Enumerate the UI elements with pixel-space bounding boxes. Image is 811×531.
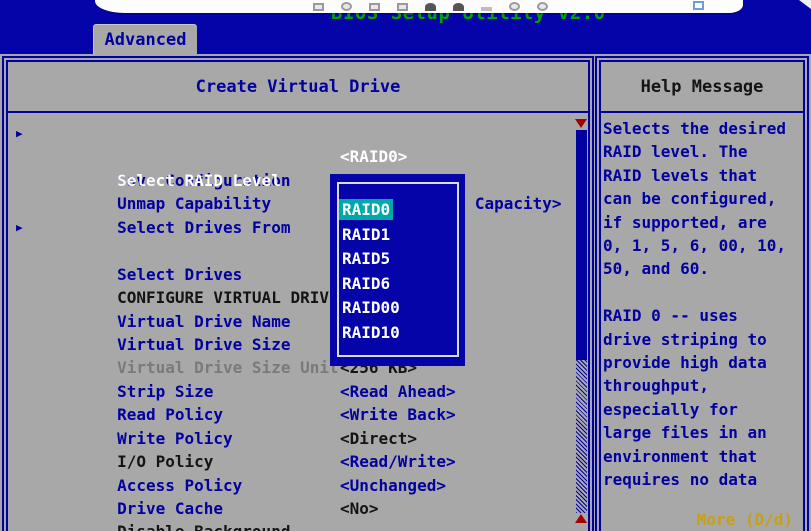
panel-title: Create Virtual Drive	[8, 62, 588, 113]
help-text-line	[603, 281, 801, 304]
menu-item-disable-background[interactable]: Disable Background <No>	[8, 497, 588, 520]
menu-item-write-policy[interactable]: Write Policy <Write Back>	[8, 403, 588, 426]
menu-item-select-drives[interactable]: ▶ Select Drives	[8, 216, 588, 239]
scroll-up-icon[interactable]	[575, 514, 587, 523]
checkbox-icon[interactable]	[693, 1, 704, 10]
circle-icon[interactable]	[341, 2, 352, 11]
menu-item-io-policy[interactable]: I/O Policy <Direct>	[8, 427, 588, 450]
scrollbar-track[interactable]	[576, 360, 587, 513]
menu-item-label: Disable Background	[117, 522, 290, 531]
create-virtual-drive-panel: Create Virtual Drive ▶ Save Configuratio…	[6, 60, 590, 531]
help-text-line: can be configured,	[603, 187, 801, 210]
selected-option-highlight: RAID0	[339, 199, 393, 220]
menu-section-heading: CONFIGURE VIRTUAL DRIVE PARAMETERS:	[8, 263, 588, 286]
dropdown-option-raid6[interactable]: RAID6	[342, 272, 400, 297]
dot-icon[interactable]	[509, 2, 520, 11]
help-text-line: RAID 0 -- uses	[603, 304, 801, 327]
dropdown-option-raid00[interactable]: RAID00	[342, 296, 400, 321]
menu-item-value: <Read/Write>	[340, 450, 456, 473]
menu-item-value: <Direct>	[340, 427, 417, 450]
dropdown-option-raid1[interactable]: RAID1	[342, 223, 400, 248]
help-text-line: provide high data	[603, 351, 801, 374]
menu-item-value: <No>	[340, 497, 379, 520]
menu-item-virtual-drive-name[interactable]: Virtual Drive Name	[8, 286, 588, 309]
menu-item-read-policy[interactable]: Read Policy <Read Ahead>	[8, 380, 588, 403]
raid-level-dropdown: RAID0 RAID1 RAID5 RAID6 RAID00 RAID10	[330, 174, 465, 366]
dropdown-options: RAID0 RAID1 RAID5 RAID6 RAID00 RAID10	[342, 198, 400, 346]
help-text-line: Selects the desired	[603, 117, 801, 140]
menu-row-spacer	[8, 239, 588, 262]
menu-item-virtual-drive-size-unit: Virtual Drive Size Unit	[8, 333, 588, 356]
more-indicator: More (D/d)	[697, 510, 793, 529]
menu-item-strip-size[interactable]: Strip Size <256 KB>	[8, 356, 588, 379]
dropdown-option-raid10[interactable]: RAID10	[342, 321, 400, 346]
menu-item-virtual-drive-size[interactable]: Virtual Drive Size	[8, 310, 588, 333]
oval-icon[interactable]	[537, 2, 548, 11]
help-text-line: drive striping to	[603, 328, 801, 351]
help-text-line: RAID level. The	[603, 140, 801, 163]
menu-item-value: <Write Back>	[340, 403, 456, 426]
help-text-line: if supported, are	[603, 211, 801, 234]
help-text-line: requires no data	[603, 468, 801, 491]
dark-circle-icon[interactable]	[425, 3, 436, 11]
help-text-line: 50, and 60.	[603, 257, 801, 280]
tab-advanced[interactable]: Advanced	[93, 24, 197, 54]
help-text-line: throughput,	[603, 374, 801, 397]
help-text-line: environment that	[603, 445, 801, 468]
dropdown-option-raid5[interactable]: RAID5	[342, 247, 400, 272]
menu-item-select-raid-level[interactable]: Select RAID Level <RAID0>	[8, 145, 588, 168]
remote-console-toolbar[interactable]	[95, 0, 743, 13]
dark-shape-icon[interactable]	[453, 3, 464, 11]
corner-artifact	[799, 0, 811, 9]
submenu-arrow-icon: ▶	[16, 216, 23, 239]
menu-item-drive-cache[interactable]: Drive Cache <Unchanged>	[8, 474, 588, 497]
window-icon[interactable]	[369, 3, 380, 11]
help-text-line: large files in an	[603, 421, 801, 444]
dropdown-option-raid0[interactable]: RAID0	[342, 198, 400, 223]
help-panel-title: Help Message	[601, 62, 803, 113]
menu-item-unmap-capability[interactable]: Unmap Capability	[8, 169, 588, 192]
menu-list: ▶ Save Configuration Select RAID Level <…	[8, 122, 588, 520]
help-text-line: RAID levels that	[603, 164, 801, 187]
help-text: Selects the desired RAID level. The RAID…	[603, 117, 801, 492]
grid-icon[interactable]	[313, 3, 324, 11]
scrollbar-thumb[interactable]	[576, 130, 587, 360]
help-message-panel: Help Message Selects the desired RAID le…	[599, 60, 805, 531]
toolbar-icon-row	[313, 2, 548, 11]
menu-item-value: <RAID0>	[340, 145, 407, 168]
menu-item-value: <Unchanged>	[340, 474, 446, 497]
menu-item-save-configuration[interactable]: ▶ Save Configuration	[8, 122, 588, 145]
menu-item-value: <Read Ahead>	[340, 380, 456, 403]
help-text-line: 0, 1, 5, 6, 00, 10,	[603, 234, 801, 257]
menu-item-access-policy[interactable]: Access Policy <Read/Write>	[8, 450, 588, 473]
bios-setup-screen: BIOS Setup Utility v2.0 Advanced Create …	[0, 0, 811, 531]
minus-icon[interactable]	[481, 7, 492, 11]
tiles-icon[interactable]	[397, 3, 408, 11]
scroll-down-icon[interactable]	[575, 119, 587, 128]
help-text-line: especially for	[603, 398, 801, 421]
menu-item-select-drives-from[interactable]: Select Drives From <Unconfigured Capacit…	[8, 192, 588, 215]
submenu-arrow-icon: ▶	[16, 122, 23, 145]
